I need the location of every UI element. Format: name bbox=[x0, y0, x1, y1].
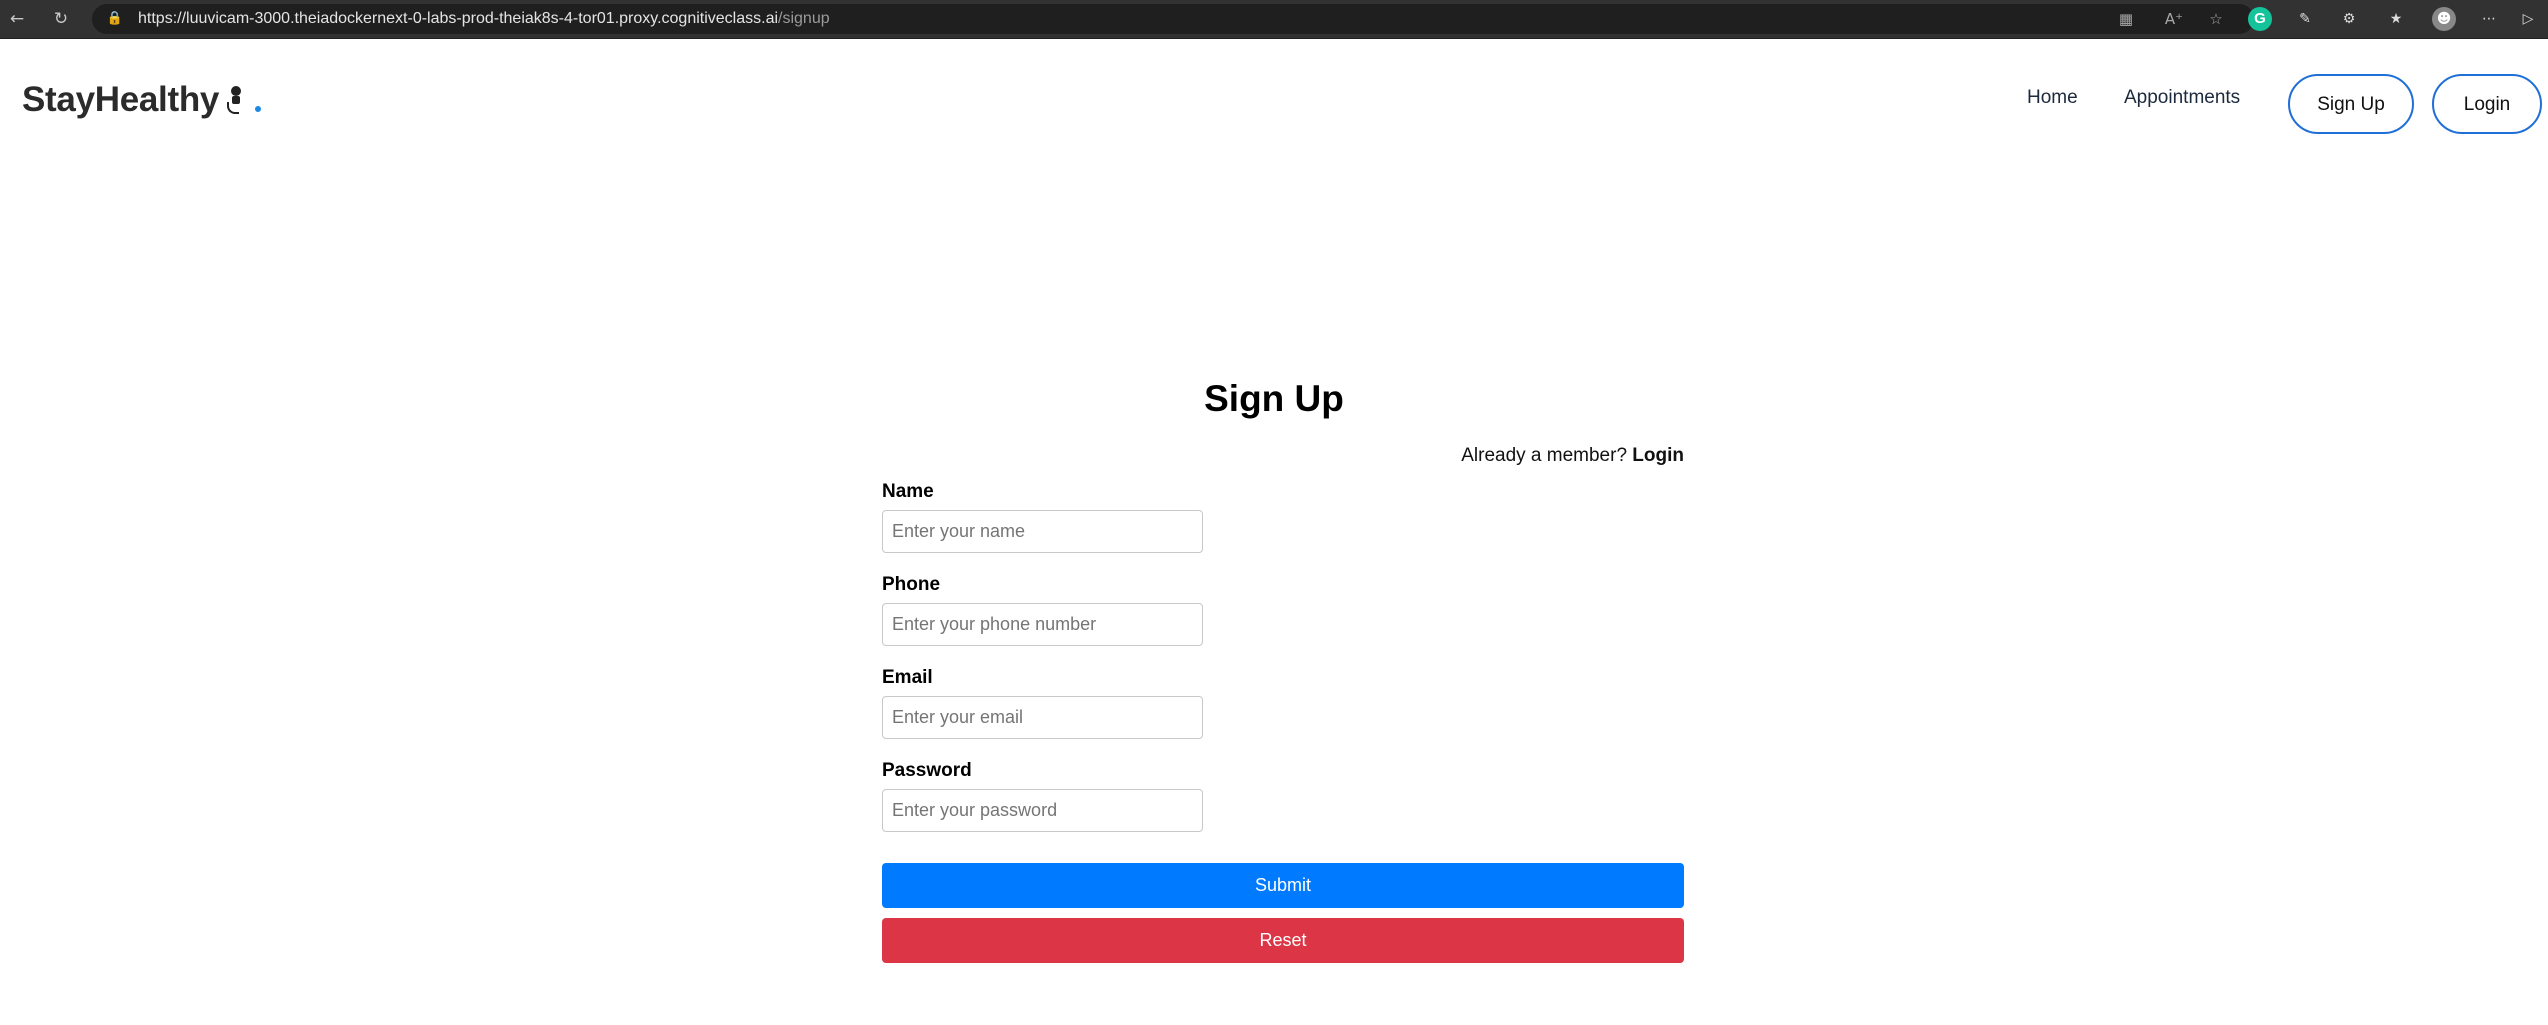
member-login-link[interactable]: Login bbox=[1632, 445, 1684, 466]
email-label: Email bbox=[882, 667, 933, 688]
star-icon[interactable]: ☆ bbox=[2206, 9, 2226, 29]
logo-dot bbox=[255, 106, 262, 112]
nav-home-link[interactable]: Home bbox=[2027, 86, 2078, 110]
name-input[interactable] bbox=[882, 510, 1203, 553]
url-text[interactable]: https://luuvicam-3000.theiadockernext-0-… bbox=[138, 4, 830, 34]
phone-input[interactable] bbox=[882, 603, 1203, 646]
lock-icon[interactable]: 🔒 bbox=[106, 10, 124, 28]
password-input[interactable] bbox=[882, 789, 1203, 832]
extension-icon[interactable]: ✎ bbox=[2293, 7, 2317, 31]
phone-label: Phone bbox=[882, 574, 941, 595]
reset-button[interactable]: Reset bbox=[882, 918, 1684, 963]
arrow-left-icon[interactable]: ← bbox=[6, 8, 28, 30]
nav-appointments-link[interactable]: Appointments bbox=[2124, 86, 2240, 110]
logo[interactable]: StayHealthy bbox=[22, 72, 262, 128]
member-text: Already a member? bbox=[1461, 445, 1628, 466]
read-aloud-icon[interactable]: A⁺ bbox=[2164, 9, 2184, 29]
page-title: Sign Up bbox=[1204, 378, 1344, 419]
signup-button[interactable]: Sign Up bbox=[2288, 74, 2414, 134]
browser-toolbar: ← ↻ 🔒 https://luuvicam-3000.theiadockern… bbox=[0, 0, 2548, 39]
favorites-icon[interactable]: ★ bbox=[2384, 7, 2408, 31]
more-icon[interactable]: ⋯ bbox=[2477, 7, 2501, 31]
apps-icon[interactable]: ▦ bbox=[2116, 9, 2136, 29]
name-label: Name bbox=[882, 481, 934, 502]
address-bar[interactable]: 🔒 https://luuvicam-3000.theiadockernext-… bbox=[92, 4, 2254, 34]
sidebar-icon[interactable]: ▷ bbox=[2516, 7, 2540, 31]
login-button[interactable]: Login bbox=[2432, 74, 2542, 134]
password-label: Password bbox=[882, 760, 972, 781]
puzzle-icon[interactable]: ⚙ bbox=[2337, 7, 2361, 31]
grammarly-icon[interactable]: G bbox=[2248, 7, 2272, 31]
doctor-icon bbox=[225, 82, 247, 118]
member-prompt: Already a member? Login bbox=[882, 445, 1684, 467]
email-input[interactable] bbox=[882, 696, 1203, 739]
logo-text: StayHealthy bbox=[22, 80, 220, 119]
profile-avatar[interactable]: ☻ bbox=[2432, 7, 2456, 31]
refresh-icon[interactable]: ↻ bbox=[50, 8, 72, 30]
submit-button[interactable]: Submit bbox=[882, 863, 1684, 908]
